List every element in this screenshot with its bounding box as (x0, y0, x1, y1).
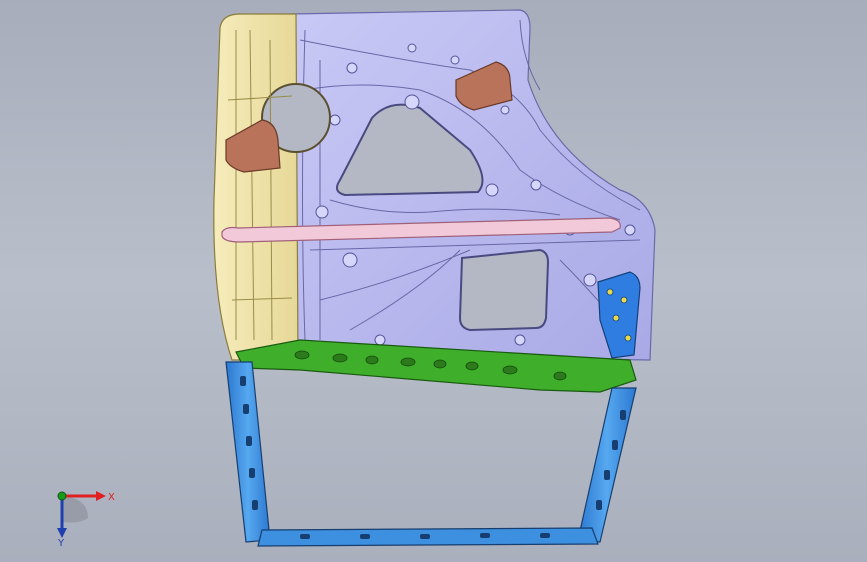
frame-right-rail[interactable] (577, 387, 637, 543)
axis-triad: X Y (57, 491, 115, 548)
x-axis-label: X (108, 492, 115, 503)
y-axis-origin (57, 491, 67, 501)
frame-slots (240, 376, 626, 539)
z-axis-arrowhead (57, 528, 67, 538)
hinge-reinforcement[interactable] (213, 13, 299, 361)
lower-opening (458, 248, 550, 332)
triad-base-shadow (62, 496, 88, 523)
x-axis-arrowhead (96, 491, 106, 501)
3d-model-viewport[interactable] (0, 0, 867, 562)
frame-left-rail[interactable] (225, 361, 271, 543)
y-axis-label: Y (57, 538, 65, 548)
